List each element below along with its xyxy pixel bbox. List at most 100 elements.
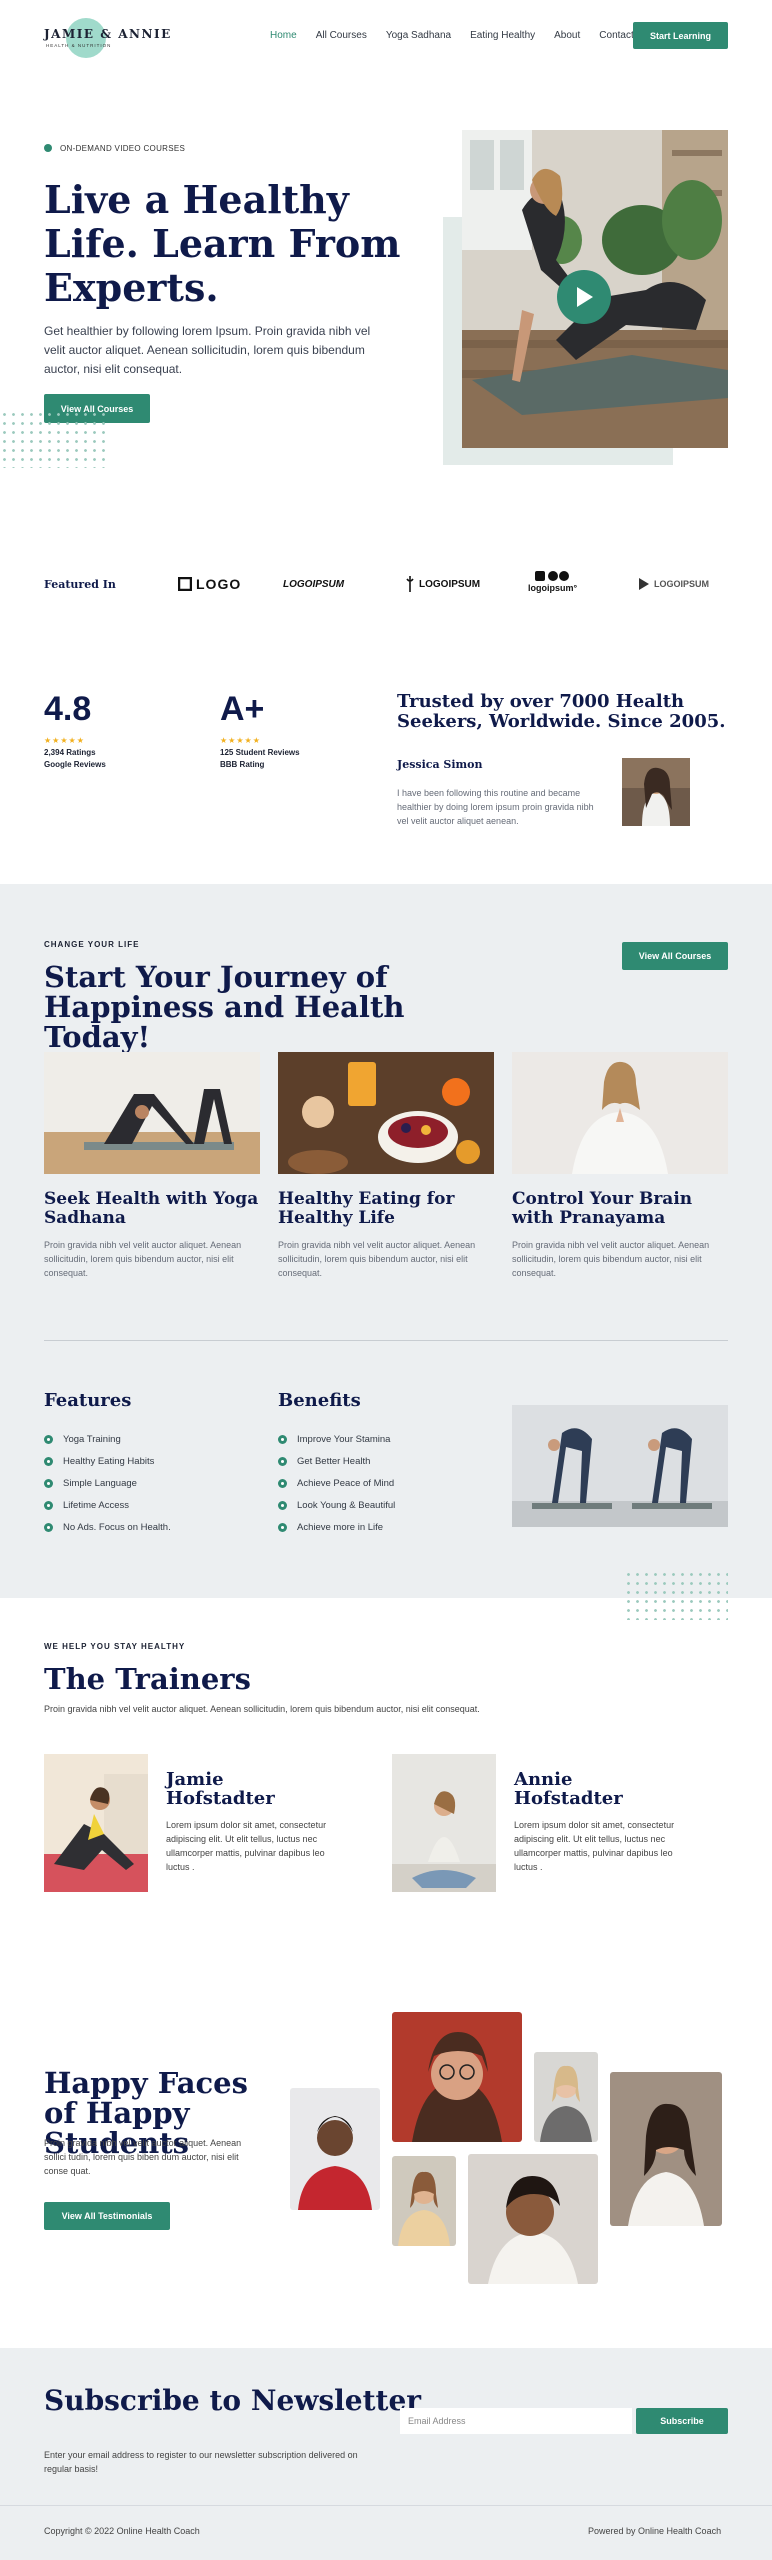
- benefit-item: Improve Your Stamina: [278, 1434, 390, 1445]
- faces-description: Proin gravida nibh vel velit auctor aliq…: [44, 2138, 242, 2176]
- rating-stars: ★★★★★: [44, 736, 85, 745]
- logo-mark-icon: [178, 577, 192, 591]
- section-divider: [44, 1340, 728, 1341]
- card-title-eating[interactable]: Healthy Eating for Healthy Life: [278, 1190, 494, 1228]
- trainers-description: Proin gravida nibh vel velit auctor aliq…: [44, 1704, 480, 1714]
- trust-title: Trusted by over 7000 Health Seekers, Wor…: [397, 691, 726, 732]
- feature-item: No Ads. Focus on Health.: [44, 1522, 171, 1533]
- student-photo: [468, 2154, 598, 2284]
- feature-item: Yoga Training: [44, 1434, 121, 1445]
- card-title-yoga[interactable]: Seek Health with Yoga Sadhana: [44, 1190, 260, 1228]
- benefit-item: Achieve Peace of Mind: [278, 1478, 394, 1489]
- check-circle-icon: [278, 1435, 287, 1444]
- trainer-name-annie[interactable]: Annie Hofstadter: [514, 1770, 664, 1808]
- dot-pattern: [624, 1570, 728, 1620]
- grade-source: BBB Rating: [220, 760, 265, 769]
- features-title: Features: [44, 1390, 132, 1411]
- featured-logo-1: LOGO: [178, 570, 241, 598]
- dot-pattern: [0, 410, 108, 468]
- card-title-pranayama[interactable]: Control Your Brain with Pranayama: [512, 1190, 728, 1228]
- feature-item: Healthy Eating Habits: [44, 1456, 154, 1467]
- play-video-button[interactable]: [557, 270, 611, 324]
- eyebrow-dot: [44, 144, 52, 152]
- card-image-eating[interactable]: [278, 1052, 494, 1174]
- hero-description: Get healthier by following lorem Ipsum. …: [44, 324, 371, 376]
- featured-logo-4: logoipsum°: [528, 570, 577, 598]
- play-icon: [577, 287, 593, 307]
- card-desc-eating: Proin gravida nibh vel velit auctor aliq…: [278, 1240, 476, 1278]
- trainer-photo-annie[interactable]: [392, 1754, 496, 1892]
- check-circle-icon: [44, 1523, 53, 1532]
- footer-copyright: Copyright © 2022 Online Health Coach: [44, 2526, 200, 2536]
- footer-powered[interactable]: Powered by Online Health Coach: [588, 2526, 721, 2536]
- hero-eyebrow: ON-DEMAND VIDEO COURSES: [60, 144, 186, 153]
- featured-logo-5: LOGOIPSUM: [638, 570, 709, 598]
- nav-yoga-sadhana[interactable]: Yoga Sadhana: [386, 30, 451, 41]
- check-circle-icon: [44, 1479, 53, 1488]
- rating-source: Google Reviews: [44, 760, 106, 769]
- check-circle-icon: [44, 1457, 53, 1466]
- grade-count: 125 Student Reviews: [220, 748, 300, 757]
- check-circle-icon: [278, 1501, 287, 1510]
- nav-home[interactable]: Home: [270, 30, 297, 41]
- footer-divider: [0, 2505, 772, 2506]
- journey-view-all-courses-button[interactable]: View All Courses: [622, 942, 728, 970]
- rating-value: 4.8: [44, 690, 92, 728]
- newsletter-description: Enter your email address to register to …: [44, 2450, 358, 2474]
- card-image-yoga[interactable]: [44, 1052, 260, 1174]
- rating-count: 2,394 Ratings: [44, 748, 96, 757]
- features-image: [512, 1405, 728, 1527]
- site-logo[interactable]: JAMIE & ANNIE HEALTH & NUTRITION: [44, 16, 170, 60]
- subscribe-button[interactable]: Subscribe: [636, 2408, 728, 2434]
- view-all-testimonials-button[interactable]: View All Testimonials: [44, 2202, 170, 2230]
- nav-eating-healthy[interactable]: Eating Healthy: [470, 30, 535, 41]
- logo-subtitle: HEALTH & NUTRITION: [46, 43, 112, 48]
- check-circle-icon: [278, 1479, 287, 1488]
- trainer-photo-jamie[interactable]: [44, 1754, 148, 1892]
- featured-label: Featured In: [44, 578, 116, 591]
- check-circle-icon: [278, 1523, 287, 1532]
- trainer-name-jamie[interactable]: Jamie Hofstadter: [166, 1770, 316, 1808]
- testimonial-text: I have been following this routine and b…: [397, 788, 594, 826]
- main-nav: Home All Courses Yoga Sadhana Eating Hea…: [270, 30, 653, 41]
- trainers-eyebrow: WE HELP YOU STAY HEALTHY: [44, 1642, 186, 1651]
- nav-contact[interactable]: Contact: [599, 30, 633, 41]
- student-photo: [290, 2088, 380, 2210]
- hero-title: Live a Healthy Life. Learn From Experts.: [44, 177, 401, 310]
- start-learning-button[interactable]: Start Learning: [633, 22, 728, 49]
- featured-logo-2: LOGOIPSUM: [283, 578, 345, 590]
- testimonial-name: Jessica Simon: [397, 758, 483, 771]
- trainers-title: The Trainers: [44, 1662, 251, 1696]
- card-image-pranayama[interactable]: [512, 1052, 728, 1174]
- benefit-item: Look Young & Beautiful: [278, 1500, 395, 1511]
- student-photo: [610, 2072, 722, 2226]
- grade-stars: ★★★★★: [220, 736, 261, 745]
- logo-mark-icon: [639, 578, 649, 590]
- check-circle-icon: [44, 1435, 53, 1444]
- trainer-desc-annie: Lorem ipsum dolor sit amet, consectetur …: [514, 1820, 675, 1872]
- student-photo: [534, 2052, 598, 2142]
- trainer-desc-jamie: Lorem ipsum dolor sit amet, consectetur …: [166, 1820, 327, 1872]
- benefit-item: Get Better Health: [278, 1456, 370, 1467]
- nav-all-courses[interactable]: All Courses: [316, 30, 367, 41]
- feature-item: Simple Language: [44, 1478, 137, 1489]
- feature-item: Lifetime Access: [44, 1500, 129, 1511]
- benefits-title: Benefits: [278, 1390, 361, 1411]
- testimonial-avatar: [622, 758, 690, 826]
- benefit-item: Achieve more in Life: [278, 1522, 383, 1533]
- check-circle-icon: [44, 1501, 53, 1510]
- student-photo: [392, 2012, 522, 2142]
- logo-mark-icon: [534, 571, 569, 581]
- journey-title: Start Your Journey of Happiness and Heal…: [44, 960, 405, 1054]
- journey-eyebrow: CHANGE YOUR LIFE: [44, 940, 140, 949]
- featured-logo-3: LOGOIPSUM: [405, 570, 480, 598]
- logo-mark-icon: [406, 576, 414, 592]
- grade-value: A+: [220, 690, 265, 728]
- student-photo: [392, 2156, 456, 2246]
- email-input[interactable]: [400, 2408, 632, 2434]
- logo-text: JAMIE & ANNIE: [44, 27, 172, 41]
- nav-about[interactable]: About: [554, 30, 580, 41]
- card-desc-pranayama: Proin gravida nibh vel velit auctor aliq…: [512, 1240, 710, 1278]
- check-circle-icon: [278, 1457, 287, 1466]
- card-desc-yoga: Proin gravida nibh vel velit auctor aliq…: [44, 1240, 242, 1278]
